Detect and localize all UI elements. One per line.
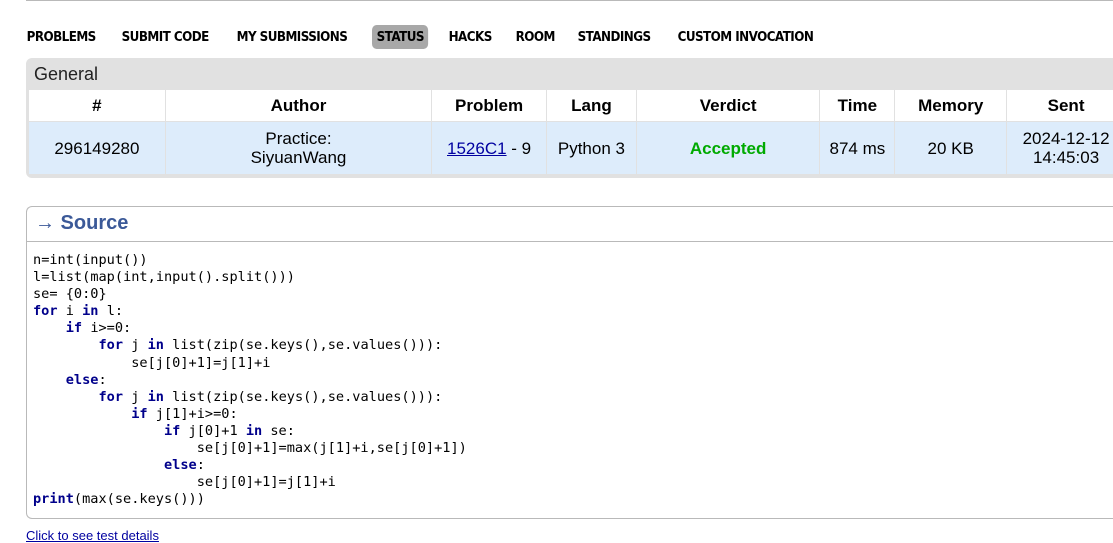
general-panel: General # Author Problem Lang Verdict Ti… bbox=[26, 58, 1113, 178]
code-keyword: for bbox=[98, 388, 124, 405]
code-line: for j in list(zip(se.keys(),se.values())… bbox=[98, 388, 443, 405]
code-line: for j in list(zip(se.keys(),se.values())… bbox=[98, 337, 443, 354]
menu-custom-invocation[interactable]: CUSTOM INVOCATION bbox=[673, 25, 818, 49]
code-keyword: else bbox=[65, 371, 99, 388]
code-line: l=list(map(int,input().split())) bbox=[33, 269, 295, 286]
menu-problems[interactable]: PROBLEMS bbox=[22, 25, 100, 49]
general-title: General bbox=[34, 64, 99, 84]
menu-standings[interactable]: STANDINGS bbox=[573, 25, 655, 49]
verdict-accepted: Accepted bbox=[689, 138, 767, 158]
code-line: if j[0]+1 in se: bbox=[163, 422, 295, 439]
code-keyword: in bbox=[82, 303, 99, 320]
col-author-header: Author bbox=[165, 90, 433, 122]
code-line: se[j[0]+1]=max(j[1]+i,se[j[0]+1]) bbox=[196, 440, 467, 457]
code-keyword: if bbox=[65, 320, 83, 337]
code-line: se= {0:0} bbox=[33, 286, 107, 303]
author-name[interactable]: SiyuanWang bbox=[251, 148, 347, 167]
verdict-cell: Accepted bbox=[636, 121, 821, 174]
code-keyword: if bbox=[163, 422, 181, 439]
author-cell: Practice: SiyuanWang bbox=[165, 121, 433, 174]
second-level-menu: PROBLEMS SUBMIT CODE MY SUBMISSIONS STAT… bbox=[22, 25, 840, 51]
code-line: print(max(se.keys())) bbox=[33, 491, 205, 508]
code-keyword: in bbox=[147, 337, 164, 354]
lang-cell: Python 3 bbox=[546, 121, 637, 174]
code-keyword: for bbox=[33, 303, 58, 320]
problem-cell: 1526C1 - 9 bbox=[431, 121, 547, 174]
code-line: if i>=0: bbox=[65, 320, 132, 337]
menu-status[interactable]: STATUS bbox=[372, 25, 429, 49]
problem-suffix: - 9 bbox=[506, 138, 532, 158]
menu-submit-code[interactable]: SUBMIT CODE bbox=[117, 25, 213, 49]
top-divider bbox=[26, 0, 1113, 1]
code-line: se[j[0]+1]=j[1]+i bbox=[196, 474, 336, 491]
code-keyword: if bbox=[131, 405, 148, 422]
table-row: 296149280 Practice: SiyuanWang 1526C1 - … bbox=[29, 121, 1113, 174]
submission-table: # Author Problem Lang Verdict Time Memor… bbox=[29, 90, 1113, 174]
memory-cell: 20 KB bbox=[894, 121, 1008, 174]
author-prefix: Practice: bbox=[265, 129, 332, 148]
col-time-header: Time bbox=[819, 90, 896, 122]
menu-hacks[interactable]: HACKS bbox=[444, 25, 496, 49]
sent-cell: 2024-12-12 14:45:03 bbox=[1006, 121, 1113, 174]
table-header-row: # Author Problem Lang Verdict Time Memor… bbox=[29, 90, 1113, 122]
code-keyword: for bbox=[98, 337, 124, 354]
submission-id: 296149280 bbox=[29, 121, 166, 174]
col-id-header: # bbox=[29, 90, 166, 122]
menu-my-submissions[interactable]: MY SUBMISSIONS bbox=[232, 25, 352, 49]
problem-link[interactable]: 1526C1 bbox=[447, 139, 507, 158]
menu-room[interactable]: ROOM bbox=[511, 25, 559, 49]
col-lang-header: Lang bbox=[546, 90, 637, 122]
code-line: for i in l: bbox=[33, 303, 124, 320]
code-keyword: in bbox=[245, 422, 263, 439]
source-title: → Source bbox=[35, 212, 129, 234]
code-line: n=int(input()) bbox=[33, 252, 148, 268]
code-line: else: bbox=[65, 371, 107, 388]
code-line: else: bbox=[163, 457, 205, 474]
code-keyword: else bbox=[163, 457, 197, 474]
source-code: n=int(input()) l=list(map(int,input().sp… bbox=[33, 252, 467, 508]
code-keyword: print bbox=[33, 491, 74, 508]
col-verdict-header: Verdict bbox=[636, 90, 821, 122]
code-line: se[j[0]+1]=j[1]+i bbox=[131, 354, 271, 371]
source-header: → Source bbox=[27, 207, 1113, 242]
code-line: if j[1]+i>=0: bbox=[131, 405, 238, 422]
col-problem-header: Problem bbox=[431, 90, 547, 122]
sent-date: 2024-12-12 bbox=[1022, 129, 1110, 148]
code-keyword: in bbox=[147, 388, 164, 405]
time-cell: 874 ms bbox=[819, 121, 896, 174]
col-memory-header: Memory bbox=[894, 90, 1008, 122]
col-sent-header: Sent bbox=[1006, 90, 1113, 122]
sent-time: 14:45:03 bbox=[1032, 148, 1100, 167]
